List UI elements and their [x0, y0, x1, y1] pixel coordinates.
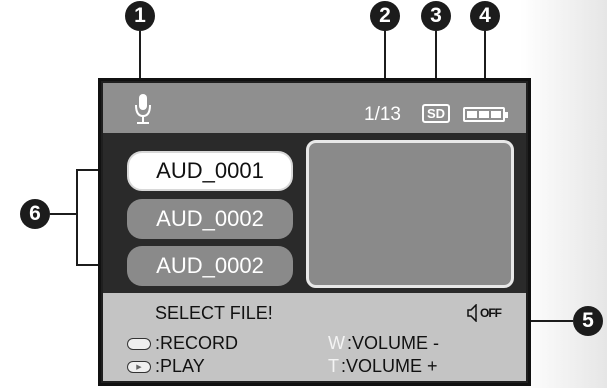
microphone-icon: [135, 94, 151, 124]
status-message: SELECT FILE!: [155, 303, 273, 323]
legend-volume-down-label: :VOLUME -: [347, 333, 440, 353]
file-counter: 1/13: [364, 104, 401, 125]
legend-volume-down: W :VOLUME -: [328, 333, 439, 354]
callout-3: 3: [421, 1, 451, 31]
legend-play-label: :PLAY: [155, 356, 205, 376]
play-button-icon: ▶: [127, 360, 151, 373]
callout-3-label: 3: [430, 4, 442, 27]
speaker-icon: [467, 304, 477, 322]
zoom-wide-key: W: [328, 333, 345, 353]
file-name: AUD_0001: [156, 158, 264, 183]
callout-5-label: 5: [582, 309, 594, 332]
callout-1: 1: [125, 1, 155, 31]
device-screen: 1/13 SD AUD_0001 AUD_0002 AUD_0002 SELEC…: [98, 78, 531, 386]
legend-record-label: :RECORD: [155, 333, 239, 353]
callout-6-leader: [50, 213, 77, 215]
legend-volume-up: T :VOLUME +: [328, 356, 438, 377]
callout-4: 4: [470, 1, 500, 31]
battery-icon: [463, 107, 508, 122]
status-topbar: 1/13 SD: [103, 83, 526, 133]
callout-4-label: 4: [479, 4, 491, 27]
preview-pane: [306, 140, 514, 288]
callout-2-label: 2: [379, 4, 391, 27]
file-name: AUD_0002: [156, 206, 264, 231]
help-bar: SELECT FILE! OFF :RECORD ▶ :PLAY W :VOLU…: [103, 293, 526, 381]
zoom-tele-key: T: [328, 356, 339, 376]
callout-5: 5: [573, 306, 603, 336]
callout-1-label: 1: [134, 4, 146, 27]
sd-card-icon: SD: [422, 104, 450, 123]
record-button-icon: [127, 337, 151, 350]
legend-volume-up-label: :VOLUME +: [341, 356, 438, 376]
speaker-off-indicator: OFF: [467, 301, 502, 325]
file-item[interactable]: AUD_0002: [127, 199, 293, 239]
file-item[interactable]: AUD_0002: [127, 246, 293, 286]
file-browser: AUD_0001 AUD_0002 AUD_0002: [103, 133, 526, 293]
callout-6: 6: [20, 199, 50, 229]
callout-6-bracket: [76, 169, 78, 266]
speaker-off-label: OFF: [480, 306, 502, 320]
file-name: AUD_0002: [156, 253, 264, 278]
file-item-selected[interactable]: AUD_0001: [127, 151, 293, 191]
legend-play: ▶ :PLAY: [127, 356, 205, 377]
legend-record: :RECORD: [127, 333, 238, 354]
callout-6-label: 6: [29, 202, 41, 225]
callout-2: 2: [370, 1, 400, 31]
sd-card-label: SD: [426, 106, 446, 121]
